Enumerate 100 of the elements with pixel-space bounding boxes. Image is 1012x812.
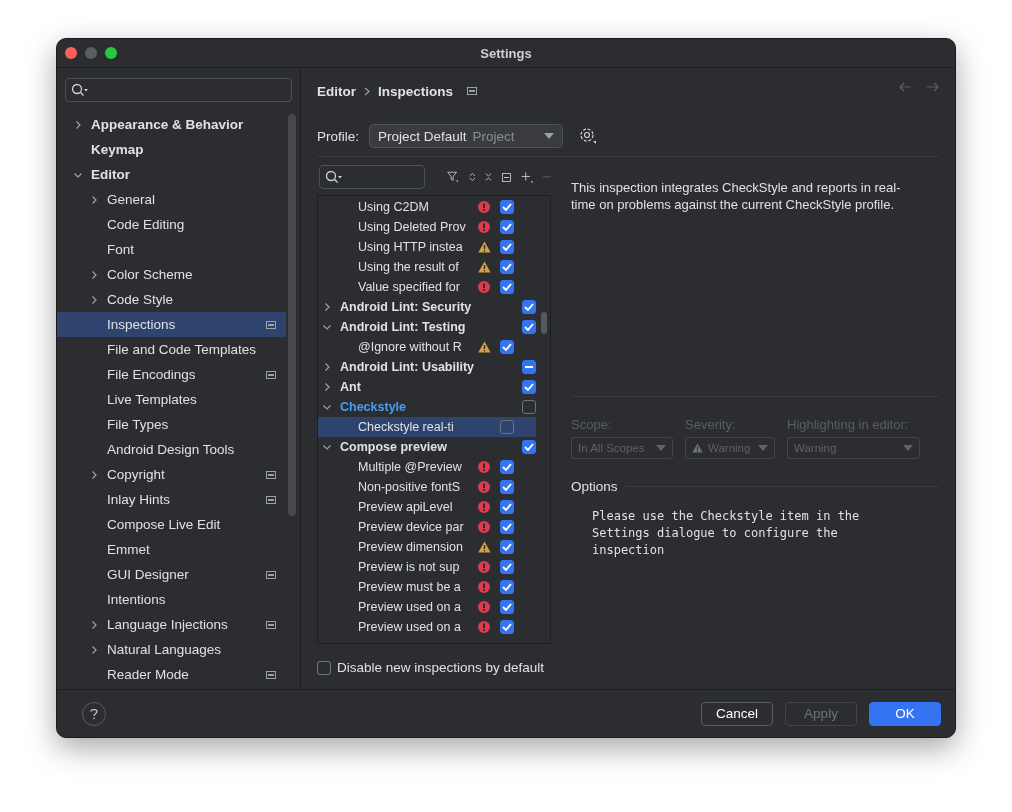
- inspection-row[interactable]: @Ignore without R: [318, 337, 536, 357]
- filter-search-field[interactable]: [319, 165, 426, 189]
- inspection-group-row[interactable]: Android Lint: Testing: [318, 317, 536, 337]
- checkbox[interactable]: [500, 220, 514, 234]
- inspection-row[interactable]: Using HTTP instea: [318, 237, 536, 257]
- minus-box-icon[interactable]: [502, 170, 512, 184]
- sidebar-item[interactable]: Intentions: [57, 587, 286, 612]
- checkbox[interactable]: [500, 460, 514, 474]
- checkbox[interactable]: [500, 560, 514, 574]
- chevron-right-icon[interactable]: [322, 302, 332, 312]
- inspection-group-row[interactable]: Ant: [318, 377, 536, 397]
- search-field[interactable]: [65, 78, 292, 102]
- inspection-group-row[interactable]: Compose preview: [318, 437, 536, 457]
- sidebar-item[interactable]: Inlay Hints: [57, 487, 286, 512]
- checkbox[interactable]: [500, 240, 514, 254]
- checkbox[interactable]: [522, 400, 536, 414]
- sidebar-item[interactable]: Inspections: [57, 312, 286, 337]
- sidebar-item[interactable]: Natural Languages: [57, 637, 286, 662]
- search-icon[interactable]: [325, 170, 343, 184]
- inspection-group-row[interactable]: Checkstyle: [318, 397, 536, 417]
- checkbox[interactable]: [500, 540, 514, 554]
- sidebar-item[interactable]: Copyright: [57, 462, 286, 487]
- inspection-row[interactable]: Using C2DM: [318, 197, 536, 217]
- sidebar-item[interactable]: Reader Mode: [57, 662, 286, 687]
- chevron-down-icon[interactable]: [322, 322, 332, 332]
- inspection-row[interactable]: Non-positive fontS: [318, 477, 536, 497]
- chevron-right-icon[interactable]: [73, 119, 83, 130]
- chevron-down-icon[interactable]: [322, 442, 332, 452]
- checkbox[interactable]: [500, 340, 514, 354]
- checkbox[interactable]: [500, 520, 514, 534]
- chevron-down-icon[interactable]: [322, 402, 332, 412]
- checkbox[interactable]: [500, 420, 514, 434]
- sidebar-item[interactable]: Color Scheme: [57, 262, 286, 287]
- scrollbar-thumb[interactable]: [541, 312, 547, 334]
- inspection-group-row[interactable]: Android Lint: Usability: [318, 357, 536, 377]
- sidebar-item[interactable]: Appearance & Behavior: [57, 112, 286, 137]
- sidebar-item[interactable]: File Encodings: [57, 362, 286, 387]
- chevron-right-icon[interactable]: [89, 619, 99, 630]
- checkbox[interactable]: [500, 500, 514, 514]
- inspection-row[interactable]: Preview apiLevel: [318, 497, 536, 517]
- sidebar-item[interactable]: Editor: [57, 162, 286, 187]
- close-button[interactable]: [65, 47, 77, 59]
- checkbox[interactable]: [500, 200, 514, 214]
- chevron-right-icon[interactable]: [89, 469, 99, 480]
- ok-button[interactable]: OK: [869, 701, 941, 726]
- chevron-right-icon[interactable]: [89, 294, 99, 305]
- collapse-all-icon[interactable]: [485, 171, 493, 183]
- inspection-row[interactable]: Preview is not sup: [318, 557, 536, 577]
- inspection-row[interactable]: Multiple @Preview: [318, 457, 536, 477]
- checkbox[interactable]: [500, 600, 514, 614]
- filter-icon[interactable]: [447, 169, 459, 185]
- checkbox[interactable]: [522, 320, 536, 334]
- checkbox[interactable]: [500, 280, 514, 294]
- checkbox[interactable]: [522, 300, 536, 314]
- inspection-row[interactable]: Using the result of: [318, 257, 536, 277]
- inspection-row[interactable]: Preview must be a: [318, 577, 536, 597]
- chevron-right-icon[interactable]: [89, 194, 99, 205]
- disable-new-inspections-checkbox[interactable]: Disable new inspections by default: [317, 660, 551, 675]
- scrollbar-thumb[interactable]: [288, 114, 296, 516]
- checkbox[interactable]: [500, 620, 514, 634]
- checkbox[interactable]: [317, 660, 331, 675]
- search-icon[interactable]: [71, 83, 89, 97]
- sidebar-item[interactable]: File and Code Templates: [57, 337, 286, 362]
- checkbox[interactable]: [522, 360, 536, 374]
- sidebar-item[interactable]: General: [57, 187, 286, 212]
- checkbox[interactable]: [522, 440, 536, 454]
- sidebar-item[interactable]: Android Design Tools: [57, 437, 286, 462]
- sidebar-item[interactable]: Code Editing: [57, 212, 286, 237]
- inspection-row[interactable]: Checkstyle real-ti: [318, 417, 536, 437]
- sidebar-item[interactable]: Language Injections: [57, 612, 286, 637]
- settings-icon[interactable]: [579, 127, 598, 145]
- profile-dropdown[interactable]: Project Default Project: [369, 124, 564, 148]
- checkbox[interactable]: [500, 580, 514, 594]
- chevron-right-icon[interactable]: [89, 269, 99, 280]
- chevron-right-icon[interactable]: [89, 644, 99, 655]
- breadcrumb-item[interactable]: Editor: [317, 83, 356, 99]
- checkbox[interactable]: [522, 380, 536, 394]
- sidebar-item[interactable]: Emmet: [57, 537, 286, 562]
- inspection-group-row[interactable]: Android Lint: Security: [318, 297, 536, 317]
- sidebar-item[interactable]: Font: [57, 237, 286, 262]
- inspection-row[interactable]: Preview used on a: [318, 617, 536, 637]
- sidebar-item[interactable]: Keymap: [57, 137, 286, 162]
- sidebar-item[interactable]: Live Templates: [57, 387, 286, 412]
- sidebar-item[interactable]: GUI Designer: [57, 562, 286, 587]
- inspection-row[interactable]: Using Deleted Prov: [318, 217, 536, 237]
- inspection-row[interactable]: Preview device par: [318, 517, 536, 537]
- expand-all-icon[interactable]: [468, 171, 476, 183]
- chevron-right-icon[interactable]: [322, 382, 332, 392]
- sidebar-item[interactable]: Compose Live Edit: [57, 512, 286, 537]
- checkbox[interactable]: [500, 260, 514, 274]
- chevron-right-icon[interactable]: [322, 362, 332, 372]
- dash-icon: [525, 366, 533, 368]
- inspection-row[interactable]: Preview used on a: [318, 597, 536, 617]
- checkbox[interactable]: [500, 480, 514, 494]
- inspection-row[interactable]: Value specified for: [318, 277, 536, 297]
- sidebar-item[interactable]: Code Style: [57, 287, 286, 312]
- sidebar-item[interactable]: File Types: [57, 412, 286, 437]
- dialog-button[interactable]: Cancel: [701, 701, 773, 726]
- inspection-row[interactable]: Preview dimension: [318, 537, 536, 557]
- zoom-button[interactable]: [105, 47, 117, 59]
